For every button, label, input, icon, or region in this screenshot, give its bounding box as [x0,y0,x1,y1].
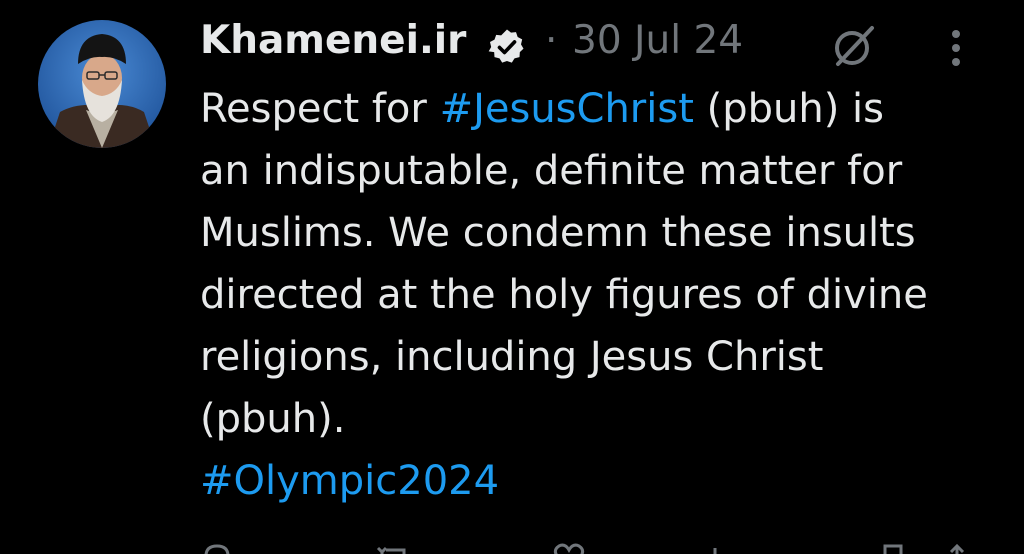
bookmark-icon[interactable] [876,542,910,554]
grok-icon[interactable] [828,20,880,72]
verified-badge-icon [487,27,527,67]
hashtag-jesuschrist[interactable]: #JesusChrist [440,86,694,132]
hashtag-olympic2024[interactable]: #Olympic2024 [200,450,1000,512]
tweet-text-line: Respect for #JesusChrist (pbuh) is [200,78,1000,140]
retweet-icon[interactable] [376,542,410,554]
tweet-text-line: (pbuh). [200,396,346,442]
avatar[interactable] [38,20,166,148]
tweet-text: Respect for #JesusChrist (pbuh) is an in… [200,78,1000,512]
avatar-image [38,20,166,148]
tweet-actions [200,542,980,554]
views-icon[interactable] [700,542,734,554]
author-name[interactable]: Khamenei.ir [200,18,466,63]
tweet-date[interactable]: 30 Jul 24 [572,18,743,63]
tweet-text-line: religions, including Jesus Christ [200,334,824,380]
like-icon[interactable] [552,542,586,554]
tweet-header: Khamenei.ir · 30 Jul 24 [200,14,1000,74]
share-icon[interactable] [940,542,974,554]
more-vertical-icon[interactable] [946,26,966,70]
reply-icon[interactable] [200,542,234,554]
tweet-text-line: an indisputable, definite matter for [200,148,903,194]
tweet[interactable]: Khamenei.ir · 30 Jul 24 Respect for #Jes… [0,0,1024,554]
text-segment: (pbuh) is [693,86,884,132]
tweet-text-line: Muslims. We condemn these insults [200,210,916,256]
header-separator: · [545,18,558,63]
text-segment: Respect for [200,86,440,132]
tweet-text-line: directed at the holy figures of divine [200,272,928,318]
